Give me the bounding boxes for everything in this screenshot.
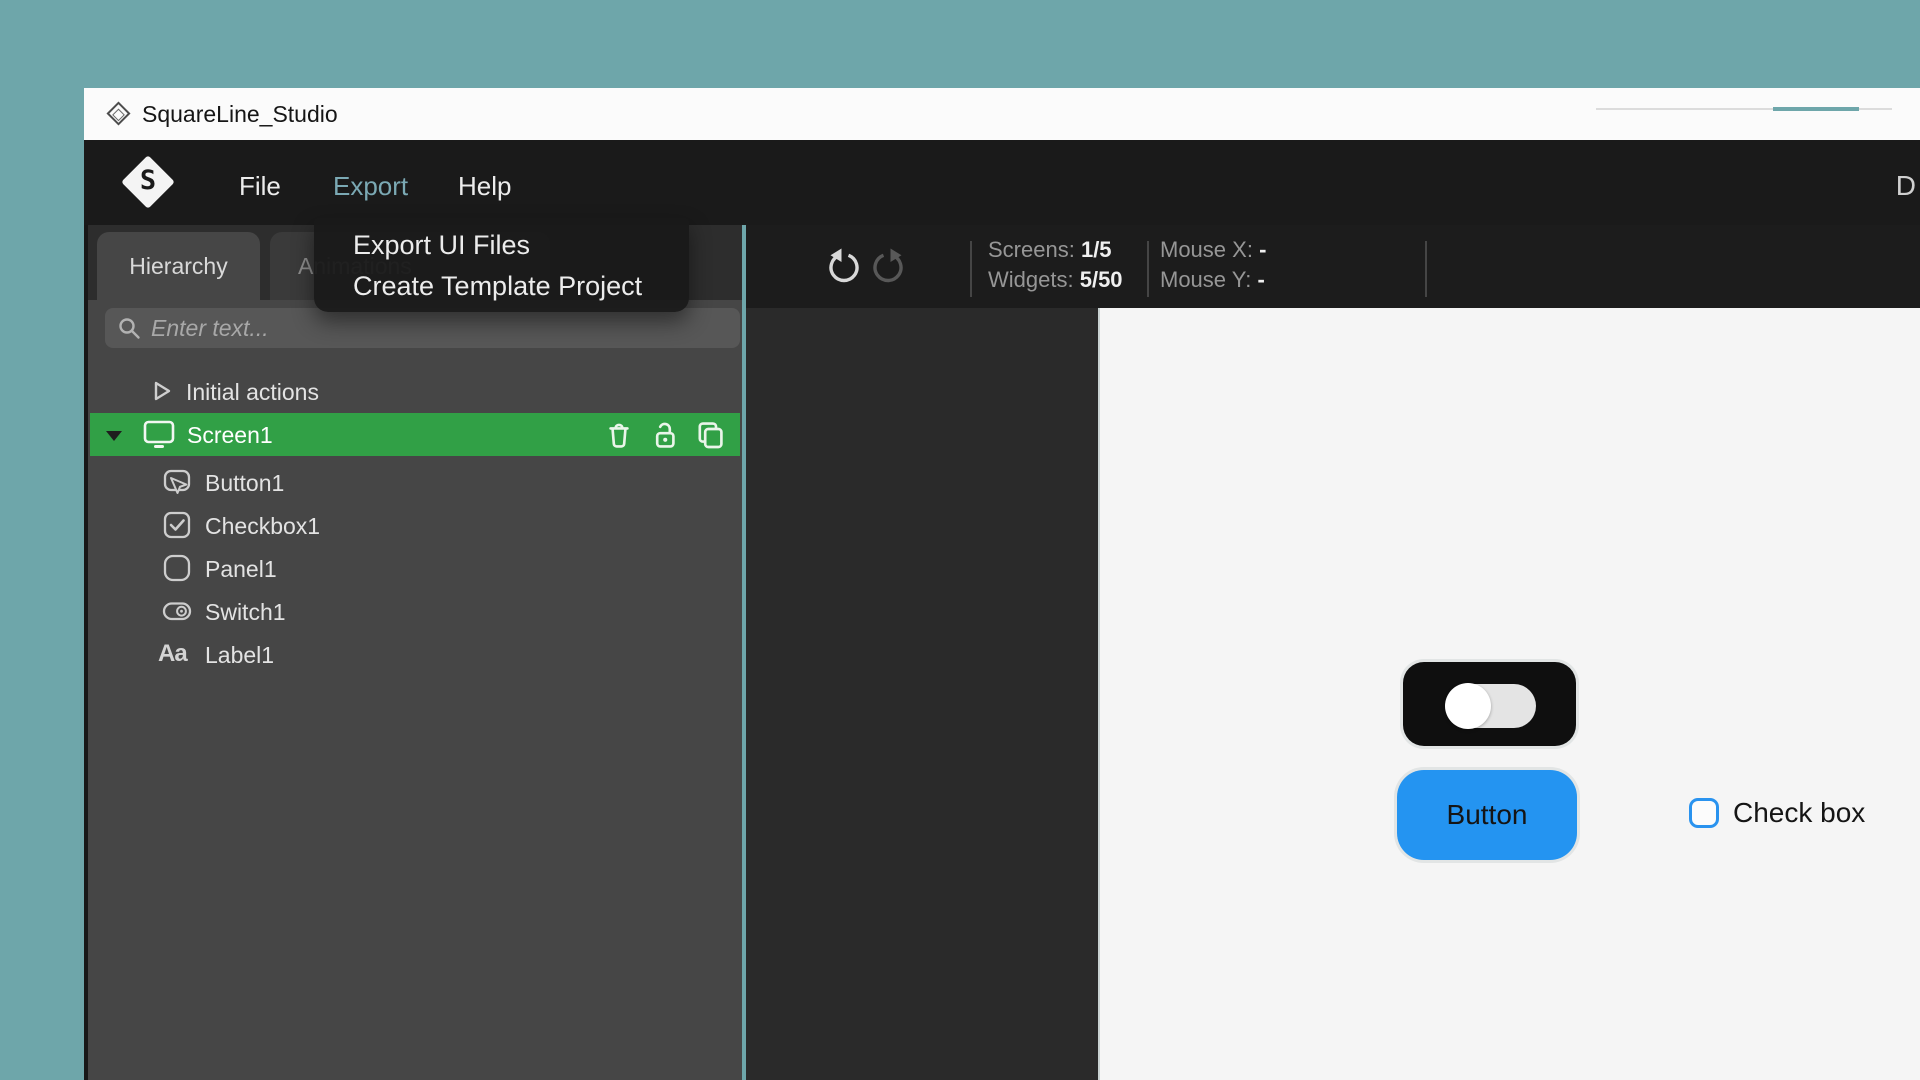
play-icon <box>146 376 176 406</box>
window-title: SquareLine_Studio <box>142 101 338 128</box>
search-icon <box>116 315 142 341</box>
tree-item-checkbox1[interactable]: Checkbox1 <box>88 504 742 547</box>
main-region: Animations Hierarchy Initial actions <box>84 225 1920 1080</box>
app-logo-small-icon <box>106 101 130 125</box>
switch-knob[interactable] <box>1445 683 1491 729</box>
delete-icon[interactable] <box>601 417 637 453</box>
tree-item-label: Label1 <box>205 642 274 669</box>
menu-file[interactable]: File <box>239 171 281 202</box>
duplicate-icon[interactable] <box>692 417 728 453</box>
mouse-y-label: Mouse Y: <box>1160 267 1251 292</box>
panel-widget-icon <box>160 551 194 585</box>
canvas-toolbar: Screens: 1/5 Widgets: 5/50 Mouse X: - Mo… <box>746 225 1920 308</box>
label-widget-icon: Aa <box>158 640 187 668</box>
tree-item-screen1[interactable]: Screen1 <box>90 413 740 456</box>
screens-label: Screens: <box>988 237 1075 262</box>
search-input[interactable] <box>151 315 740 342</box>
widgets-label: Widgets: <box>988 267 1074 292</box>
tree-item-label: Panel1 <box>205 556 277 583</box>
tree-item-panel1[interactable]: Panel1 <box>88 547 742 590</box>
titlebar-accent-line <box>1773 107 1859 111</box>
menu-bar: S File Export Help D <box>84 140 1920 225</box>
toolbar-divider <box>970 241 972 297</box>
tree-item-button1[interactable]: Button1 <box>88 461 742 504</box>
tree-item-label1[interactable]: Aa Label1 <box>88 633 742 676</box>
tab-hierarchy-label: Hierarchy <box>129 253 227 280</box>
tree-item-initial-actions[interactable]: Initial actions <box>88 370 742 413</box>
toolbar-divider <box>1425 241 1427 297</box>
checkbox-widget-box[interactable] <box>1689 798 1719 828</box>
redo-icon[interactable] <box>868 246 908 286</box>
canvas-area: Screens: 1/5 Widgets: 5/50 Mouse X: - Mo… <box>746 225 1920 1080</box>
tree-item-label: Checkbox1 <box>205 513 320 540</box>
screens-value: 1/5 <box>1081 237 1112 262</box>
tree-item-label: Switch1 <box>205 599 286 626</box>
expand-caret-icon[interactable] <box>106 431 122 441</box>
undo-icon[interactable] <box>824 246 864 286</box>
button-widget[interactable]: Button <box>1397 770 1577 860</box>
unlock-icon[interactable] <box>647 417 683 453</box>
button-widget-label: Button <box>1447 799 1528 831</box>
hierarchy-panel: Animations Hierarchy Initial actions <box>88 225 742 1080</box>
menu-help[interactable]: Help <box>458 171 511 202</box>
squareline-logo-icon: S <box>120 154 176 210</box>
screen-icon <box>140 417 178 453</box>
checkbox-widget-icon <box>160 508 194 542</box>
screen-left-edge <box>1098 308 1100 1080</box>
checkbox-widget-label: Check box <box>1733 797 1865 829</box>
tree-item-label: Initial actions <box>186 379 319 406</box>
title-bar[interactable]: SquareLine_Studio <box>84 88 1920 140</box>
toolbar-divider <box>1147 241 1149 297</box>
tree-item-switch1[interactable]: Switch1 <box>88 590 742 633</box>
switch-widget-icon <box>160 594 194 628</box>
switch-widget[interactable] <box>1403 662 1576 746</box>
app-window: SquareLine_Studio S File Export Help D A… <box>84 88 1920 1080</box>
logo-glyph: S <box>120 165 176 196</box>
mouse-x-value: - <box>1259 237 1266 262</box>
tree-item-label: Screen1 <box>187 422 273 449</box>
menu-right-truncated-text[interactable]: D <box>1896 170 1916 202</box>
mouse-x-label: Mouse X: <box>1160 237 1253 262</box>
widgets-value: 5/50 <box>1080 267 1123 292</box>
mouse-y-value: - <box>1257 267 1264 292</box>
design-screen[interactable]: Button Check box <box>1098 308 1920 1080</box>
menu-item-export-ui-files[interactable]: Export UI Files <box>353 223 530 267</box>
menu-item-create-template-project[interactable]: Create Template Project <box>353 264 642 308</box>
tab-hierarchy[interactable]: Hierarchy <box>97 232 260 300</box>
hierarchy-search[interactable] <box>105 308 740 348</box>
export-dropdown-menu: Export UI Files Create Template Project <box>314 218 689 312</box>
button-widget-icon <box>160 465 194 499</box>
tree-item-label: Button1 <box>205 470 284 497</box>
menu-export[interactable]: Export <box>333 171 408 202</box>
